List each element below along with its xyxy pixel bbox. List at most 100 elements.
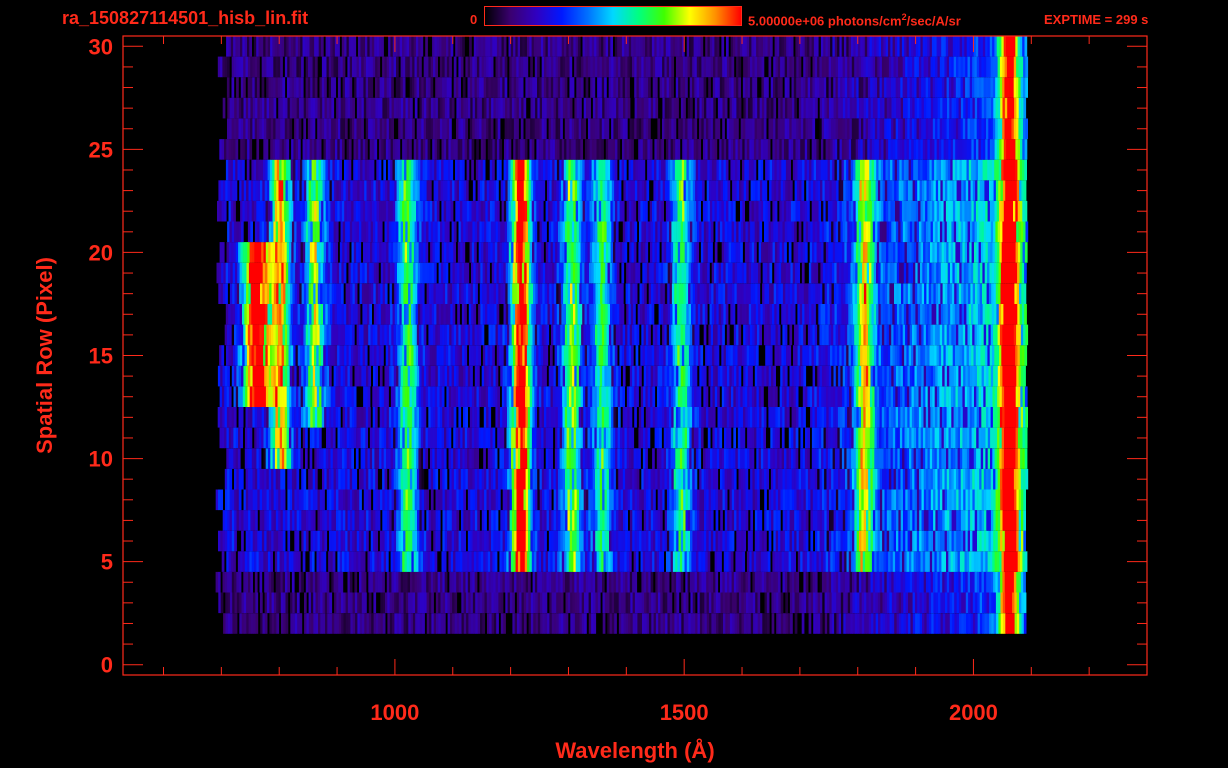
heatmap-cell xyxy=(558,613,562,634)
heatmap-cell xyxy=(666,448,669,469)
heatmap-cell xyxy=(295,304,298,325)
heatmap-cell xyxy=(473,448,477,469)
heatmap-cell xyxy=(361,571,365,593)
heatmap-cell xyxy=(655,510,659,531)
heatmap-cell xyxy=(304,592,307,614)
heatmap-cell xyxy=(400,468,404,490)
heatmap-cell xyxy=(356,510,360,531)
heatmap-cell xyxy=(539,571,543,593)
heatmap-cell xyxy=(268,530,272,552)
heatmap-cell xyxy=(569,571,573,593)
heatmap-cell xyxy=(407,324,411,346)
heatmap-cell xyxy=(420,386,424,407)
heatmap-cell xyxy=(509,530,513,552)
heatmap-cell xyxy=(269,304,273,325)
heatmap-cell xyxy=(379,530,383,552)
heatmap-cell xyxy=(997,510,1001,531)
heatmap-cell xyxy=(738,489,742,511)
heatmap-cell xyxy=(283,304,287,325)
heatmap-cell xyxy=(876,551,880,572)
heatmap-cell xyxy=(368,571,371,593)
heatmap-cell xyxy=(815,510,818,531)
heatmap-cell xyxy=(528,592,532,614)
heatmap-cell xyxy=(928,468,931,490)
heatmap-cell xyxy=(999,345,1002,366)
heatmap-cell xyxy=(415,592,418,614)
heatmap-cell xyxy=(965,510,969,531)
heatmap-cell xyxy=(565,365,568,387)
heatmap-cell xyxy=(688,345,692,366)
heatmap-cell xyxy=(289,365,293,387)
heatmap-cell xyxy=(251,345,255,366)
heatmap-cell xyxy=(354,468,358,490)
heatmap-cell xyxy=(860,427,864,449)
heatmap-cell xyxy=(634,407,637,428)
heatmap-cell xyxy=(911,448,914,469)
heatmap-cell xyxy=(509,468,513,490)
heatmap-cell xyxy=(867,427,871,449)
heatmap-cell xyxy=(393,365,397,387)
heatmap-cell xyxy=(949,510,952,531)
heatmap-cell xyxy=(373,613,377,634)
heatmap-cell xyxy=(949,324,952,346)
heatmap-cell xyxy=(250,324,253,346)
heatmap-cell xyxy=(548,365,552,387)
heatmap-cell xyxy=(478,551,482,572)
heatmap-cell xyxy=(966,613,969,634)
heatmap-cell xyxy=(258,551,262,572)
heatmap-cell xyxy=(347,592,351,614)
heatmap-cell xyxy=(613,407,617,428)
heatmap-cell xyxy=(395,345,398,366)
heatmap-cell xyxy=(876,427,880,449)
heatmap-cell xyxy=(817,365,820,387)
heatmap-cell xyxy=(496,304,500,325)
heatmap-cell xyxy=(979,510,983,531)
heatmap-cell xyxy=(437,571,441,593)
heatmap-cell xyxy=(626,427,630,449)
heatmap-cell xyxy=(942,468,945,490)
heatmap-cell xyxy=(240,427,243,449)
heatmap-cell xyxy=(572,530,575,552)
heatmap-cell xyxy=(631,386,635,407)
heatmap-cell xyxy=(482,613,485,634)
heatmap-cell xyxy=(403,365,406,387)
heatmap-cell xyxy=(997,468,1001,490)
heatmap-cell xyxy=(304,304,308,325)
heatmap-cell xyxy=(389,510,392,531)
heatmap-cell xyxy=(479,571,483,593)
heatmap-cell xyxy=(1011,427,1014,449)
heatmap-cell xyxy=(849,386,852,407)
heatmap-cell xyxy=(846,345,849,366)
heatmap-cell xyxy=(427,345,431,366)
heatmap-cell xyxy=(936,551,940,572)
heatmap-cell xyxy=(531,345,535,366)
heatmap-cell xyxy=(465,365,469,387)
heatmap-cell xyxy=(773,407,776,428)
heatmap-cell xyxy=(331,407,334,428)
heatmap-cell xyxy=(538,551,542,572)
heatmap-cell xyxy=(385,304,389,325)
heatmap-cell xyxy=(231,489,235,511)
heatmap-cell xyxy=(283,345,287,366)
heatmap-cell xyxy=(720,613,724,634)
heatmap-cell xyxy=(351,386,355,407)
heatmap-cell xyxy=(535,592,539,614)
heatmap-cell xyxy=(368,468,371,490)
heatmap-cell xyxy=(419,530,422,552)
heatmap-cell xyxy=(454,613,458,634)
heatmap-cell xyxy=(632,468,635,490)
heatmap-cell xyxy=(263,551,266,572)
heatmap-cell xyxy=(250,571,253,593)
heatmap-cell xyxy=(536,448,540,469)
heatmap-cell xyxy=(750,613,754,634)
heatmap-cell xyxy=(265,427,269,449)
heatmap-cell xyxy=(537,592,541,614)
heatmap-cell xyxy=(412,613,416,634)
heatmap-cell xyxy=(502,510,506,531)
heatmap-cell xyxy=(842,427,845,449)
heatmap-cell xyxy=(736,592,740,614)
heatmap-cell xyxy=(598,551,602,572)
heatmap-cell xyxy=(792,592,795,614)
heatmap-cell xyxy=(254,427,257,449)
heatmap-cell xyxy=(339,386,343,407)
